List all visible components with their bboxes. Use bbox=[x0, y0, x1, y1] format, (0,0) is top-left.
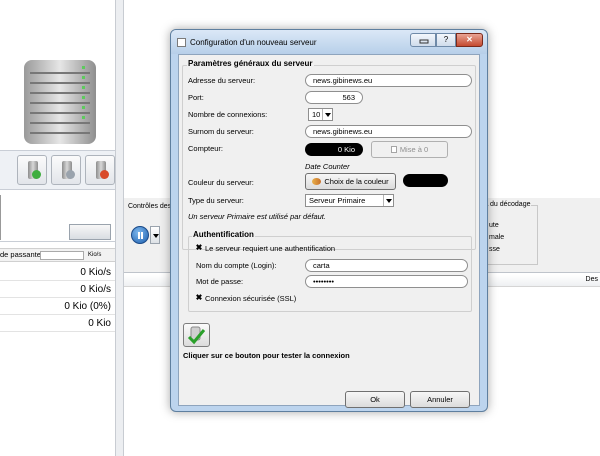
stat-downloaded: 0 Kio (0%) bbox=[0, 298, 115, 315]
stat-remaining: 0 Kio bbox=[0, 315, 115, 332]
port-label: Port: bbox=[188, 93, 204, 102]
requires-auth-label: Le serveur requiert une authentification bbox=[205, 244, 336, 253]
choose-color-label: Choix de la couleur bbox=[324, 177, 389, 186]
login-label: Nom du compte (Login): bbox=[196, 261, 277, 270]
chevron-down-icon bbox=[383, 195, 393, 206]
server-color-swatch bbox=[403, 174, 448, 187]
server-rack-icon bbox=[24, 60, 96, 144]
type-select[interactable]: Serveur Primaire bbox=[305, 194, 394, 207]
chevron-down-icon bbox=[322, 109, 332, 120]
controls-title: Contrôles des bbox=[128, 203, 172, 210]
add-server-button[interactable] bbox=[17, 155, 47, 185]
cancel-button[interactable]: Annuler bbox=[410, 391, 470, 408]
palette-icon bbox=[312, 178, 322, 185]
address-label: Adresse du serveur: bbox=[188, 76, 256, 85]
ok-button[interactable]: Ok bbox=[345, 391, 405, 408]
document-icon bbox=[390, 146, 397, 153]
help-button[interactable]: ? bbox=[436, 33, 456, 47]
color-label: Couleur du serveur: bbox=[188, 178, 254, 187]
column-header[interactable]: Des bbox=[586, 276, 598, 283]
pause-dropdown[interactable] bbox=[150, 226, 160, 244]
bandwidth-label: de passante : bbox=[0, 250, 46, 259]
splitter[interactable] bbox=[115, 0, 124, 456]
test-connection-button[interactable] bbox=[183, 323, 210, 347]
date-counter-label: Date Counter bbox=[305, 162, 350, 171]
dialog-body: Paramètres généraux du serveur Adresse d… bbox=[178, 54, 480, 408]
minimize-icon bbox=[419, 39, 429, 44]
dialog-titlebar[interactable]: Configuration d'un nouveau serveur ? ✕ bbox=[171, 30, 487, 54]
counter-label: Compteur: bbox=[188, 144, 224, 153]
password-label: Mot de passe: bbox=[196, 277, 244, 286]
connections-value: 10 bbox=[312, 110, 321, 119]
connections-label: Nombre de connexions: bbox=[188, 110, 268, 119]
pause-button[interactable] bbox=[131, 226, 149, 244]
nickname-field[interactable]: news.gibinews.eu bbox=[305, 125, 472, 138]
decode-option[interactable]: male bbox=[489, 234, 504, 241]
checkbox-requires-auth[interactable]: ✖ bbox=[195, 244, 203, 252]
graph-axis bbox=[0, 195, 1, 240]
stat-download-speed: 0 Kio/s bbox=[0, 264, 115, 281]
decode-title: du décodage bbox=[489, 201, 532, 208]
remove-server-button[interactable] bbox=[85, 155, 115, 185]
auth-title: Authentification bbox=[192, 230, 255, 239]
type-note: Un serveur Primaire est utilisé par défa… bbox=[188, 212, 326, 221]
minimize-button[interactable] bbox=[410, 33, 436, 47]
test-connection-icon bbox=[187, 326, 206, 345]
counter-value: 0 Kio bbox=[305, 143, 363, 156]
reset-counter-button[interactable]: Mise à 0 bbox=[371, 141, 448, 158]
connections-select[interactable]: 10 bbox=[308, 108, 333, 121]
bandwidth-input[interactable] bbox=[40, 251, 84, 260]
checkbox-ssl[interactable]: ✖ bbox=[195, 294, 203, 302]
login-field[interactable]: carta bbox=[305, 259, 468, 272]
reset-counter-label: Mise à 0 bbox=[399, 145, 429, 154]
decode-option[interactable]: ute bbox=[489, 222, 499, 229]
address-field[interactable]: news.gibinews.eu bbox=[305, 74, 472, 87]
graph-thumbnail[interactable] bbox=[69, 224, 111, 240]
dialog-title: Configuration d'un nouveau serveur bbox=[190, 38, 317, 47]
type-label: Type du serveur: bbox=[188, 196, 244, 205]
window-icon bbox=[177, 38, 186, 47]
choose-color-button[interactable]: Choix de la couleur bbox=[305, 173, 396, 190]
decode-option[interactable]: sse bbox=[489, 246, 500, 253]
nickname-label: Surnom du serveur: bbox=[188, 127, 254, 136]
test-connection-label: Cliquer sur ce bouton pour tester la con… bbox=[183, 351, 350, 360]
new-server-dialog: Configuration d'un nouveau serveur ? ✕ P… bbox=[170, 29, 488, 412]
stat-upload-speed: 0 Kio/s bbox=[0, 281, 115, 298]
type-value: Serveur Primaire bbox=[309, 196, 366, 205]
general-settings-title: Paramètres généraux du serveur bbox=[187, 59, 314, 68]
edit-server-button[interactable] bbox=[51, 155, 81, 185]
bandwidth-unit: Kio/s bbox=[88, 252, 102, 258]
password-field[interactable]: •••••••• bbox=[305, 275, 468, 288]
port-field[interactable]: 563 bbox=[305, 91, 363, 104]
ssl-label: Connexion sécurisée (SSL) bbox=[205, 294, 297, 303]
bandwidth-limit-row: de passante : Kio/s bbox=[0, 248, 115, 262]
close-button[interactable]: ✕ bbox=[456, 33, 483, 47]
